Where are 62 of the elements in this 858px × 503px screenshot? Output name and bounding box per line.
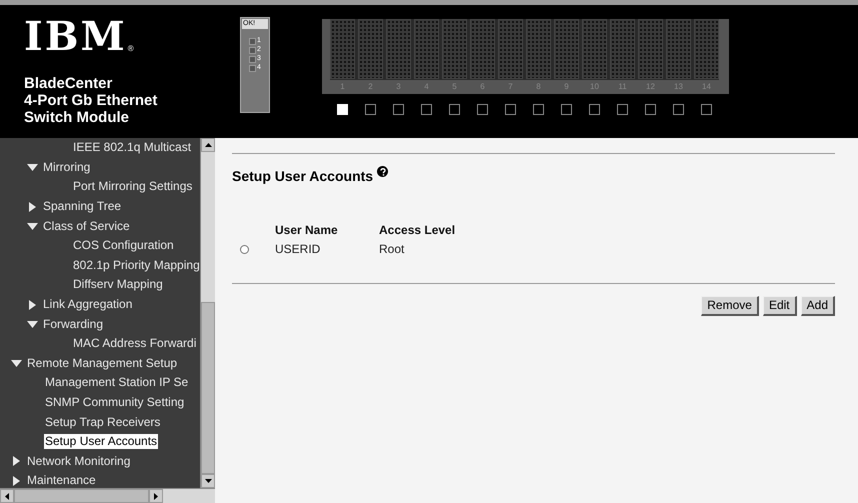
collapsed-triangle-icon[interactable] [10,476,22,486]
column-header: User Name [275,222,339,239]
logo: IBM [24,19,127,55]
bay-selector[interactable] [561,104,572,115]
nav-item[interactable]: Maintenance [26,473,97,488]
nav-item[interactable]: Network Monitoring [26,454,132,469]
scroll-thumb[interactable] [14,489,149,503]
expanded-triangle-icon[interactable] [26,319,38,330]
scroll-down-icon[interactable] [201,474,215,488]
scroll-thumb[interactable] [201,302,215,474]
scroll-up-icon[interactable] [201,138,215,152]
bay-selector[interactable] [421,104,432,115]
scroll-right-icon[interactable] [149,489,163,503]
expanded-triangle-icon[interactable] [26,221,38,232]
page-title: Setup User Accounts [232,167,374,186]
nav-item[interactable]: Diffserv Mapping [72,277,164,292]
bay-selector[interactable] [701,104,712,115]
nav-item[interactable]: Link Aggregation [42,297,134,312]
nav-item[interactable]: COS Configuration [72,238,175,254]
help-icon[interactable] [377,166,388,177]
expanded-triangle-icon[interactable] [26,162,38,172]
table-cell-text: Root [379,241,406,258]
nav-item[interactable]: Setup Trap Receivers [44,414,162,430]
expanded-triangle-icon[interactable] [10,358,22,368]
vertical-scrollbar[interactable] [200,138,215,488]
bay-selector[interactable] [673,104,684,115]
bay-selector[interactable] [617,104,628,115]
product-name: 4-Port Gb Ethernet [24,92,158,109]
nav-item[interactable]: Forwarding [42,316,104,332]
bay-selector[interactable] [589,104,600,115]
nav-item[interactable]: 802.1p Priority Mapping [72,258,200,273]
registered-mark: ® [128,43,134,55]
bay-selector[interactable] [477,104,488,115]
collapsed-triangle-icon[interactable] [26,202,38,212]
bay-selector[interactable] [393,104,404,115]
bay-selector[interactable] [449,104,460,115]
radio-button[interactable] [240,244,249,254]
nav-item[interactable]: Management Station IP Se [44,375,190,390]
collapsed-triangle-icon[interactable] [10,456,22,466]
action-button[interactable]: Edit [762,296,797,316]
nav-item[interactable]: Setup User Accounts [44,434,158,450]
bay-selector[interactable] [505,104,516,115]
bay-selector[interactable] [533,104,544,115]
collapsed-triangle-icon[interactable] [26,300,38,310]
bay-selector[interactable] [365,104,376,115]
action-button[interactable]: Remove [701,296,759,316]
nav-item[interactable]: Port Mirroring Settings [72,179,194,194]
horizontal-scrollbar[interactable] [0,488,215,503]
product-name: BladeCenter [24,75,114,92]
column-header: Access Level [379,222,456,239]
nav-item[interactable]: Class of Service [42,218,131,234]
bay-selector[interactable] [645,104,656,115]
table-cell-text: USERID [275,241,322,258]
product-name: Switch Module [24,109,130,126]
nav-item[interactable]: MAC Address Forwardi [72,336,198,352]
action-button[interactable]: Add [800,296,835,316]
nav-item[interactable]: Remote Management Setup [26,356,178,371]
nav-item[interactable]: Mirroring [42,160,92,175]
nav-item[interactable]: SNMP Community Setting [44,395,186,410]
nav-item[interactable]: IEEE 802.1q Multicast [72,140,192,156]
scroll-left-icon[interactable] [0,489,14,503]
nav-item[interactable]: Spanning Tree [42,199,122,214]
